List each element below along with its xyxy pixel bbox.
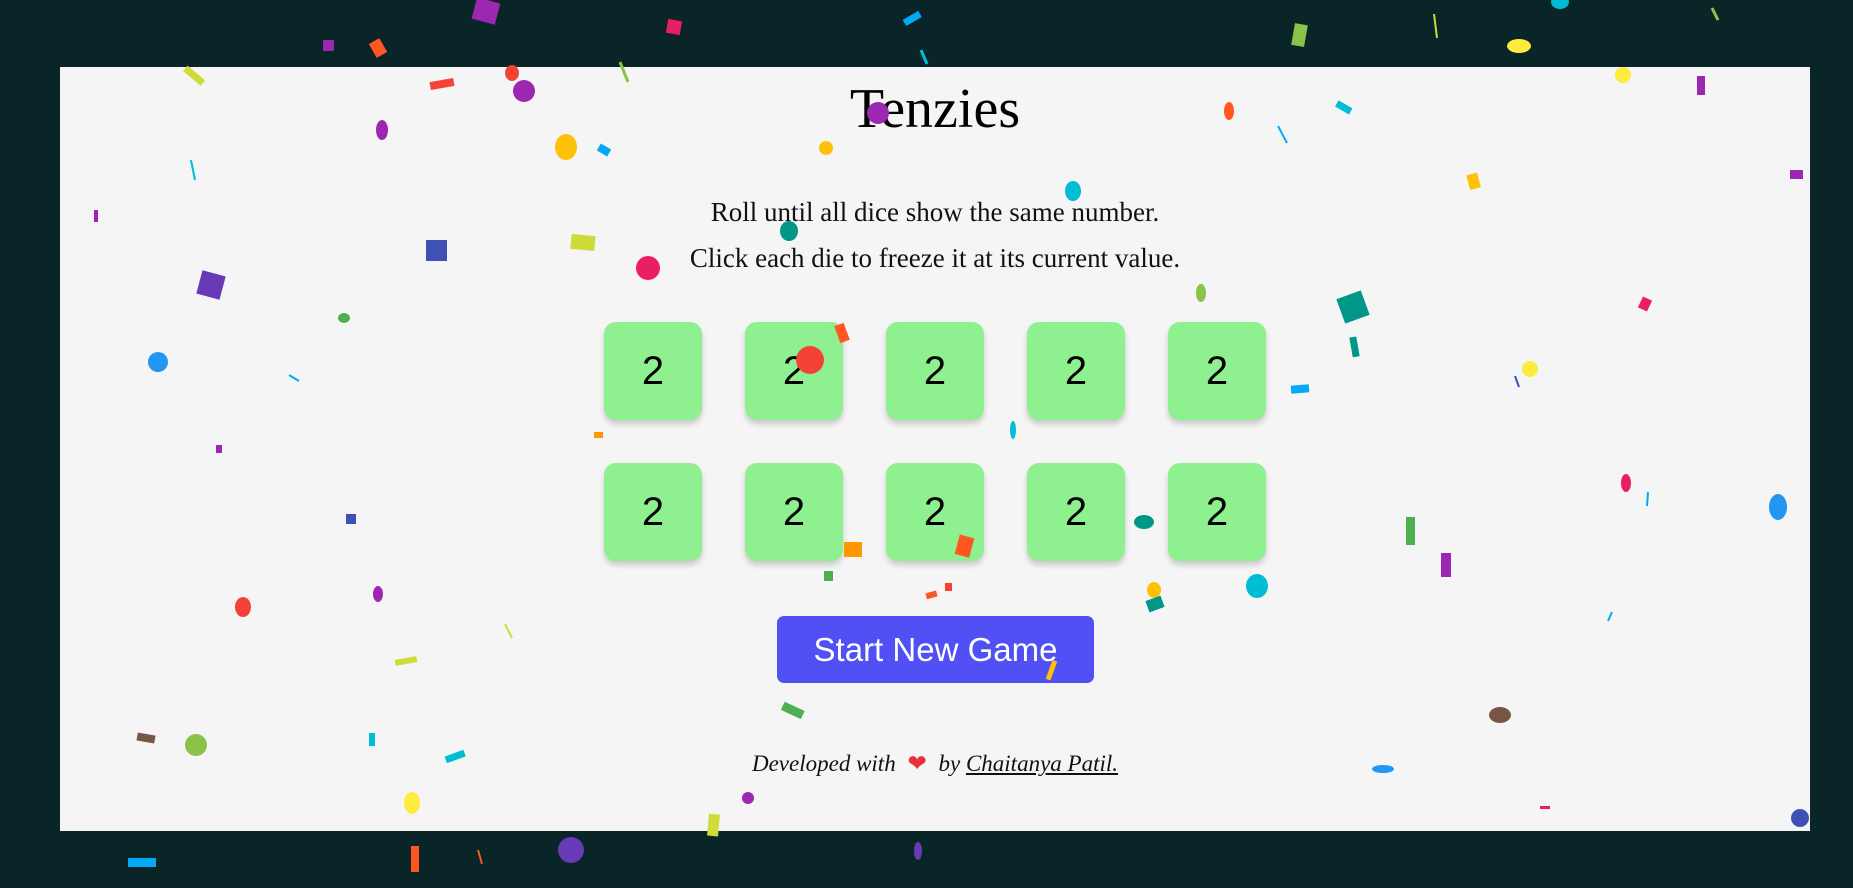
die-7[interactable]: 2	[745, 463, 843, 561]
confetti-piece	[128, 858, 156, 867]
die-9[interactable]: 2	[1027, 463, 1125, 561]
instructions: Roll until all dice show the same number…	[60, 189, 1810, 281]
dice-grid: 2 2 2 2 2 2 2 2 2 2	[604, 322, 1266, 561]
footer-by: by	[938, 751, 961, 776]
die-10[interactable]: 2	[1168, 463, 1266, 561]
confetti-piece	[558, 837, 584, 863]
confetti-piece	[323, 40, 334, 51]
footer-prefix: Developed with	[751, 751, 896, 776]
confetti-piece	[914, 842, 922, 860]
confetti-piece	[902, 10, 922, 26]
footer: Developed with ❤ by Chaitanya Patil.	[60, 751, 1810, 777]
confetti-piece	[471, 0, 501, 25]
die-5[interactable]: 2	[1168, 322, 1266, 420]
author-link[interactable]: Chaitanya Patil.	[966, 751, 1118, 776]
confetti-piece	[477, 849, 483, 865]
die-4[interactable]: 2	[1027, 322, 1125, 420]
die-6[interactable]: 2	[604, 463, 702, 561]
heart-icon: ❤	[907, 751, 927, 776]
confetti-piece	[368, 38, 388, 58]
instruction-line-1: Roll until all dice show the same number…	[710, 197, 1160, 227]
die-3[interactable]: 2	[886, 322, 984, 420]
page-title: Tenzies	[849, 78, 1021, 140]
die-1[interactable]: 2	[604, 322, 702, 420]
confetti-piece	[665, 18, 683, 36]
confetti-piece	[1551, 0, 1569, 9]
confetti-piece	[411, 846, 419, 872]
confetti-piece	[1291, 23, 1308, 48]
instruction-line-2: Click each die to freeze it at its curre…	[689, 243, 1181, 273]
game-board: Tenzies Roll until all dice show the sam…	[60, 67, 1810, 831]
confetti-piece	[919, 49, 929, 65]
confetti-piece	[1433, 13, 1438, 39]
confetti-piece	[1507, 39, 1531, 53]
die-8[interactable]: 2	[886, 463, 984, 561]
die-2[interactable]: 2	[745, 322, 843, 420]
confetti-piece	[1710, 7, 1720, 21]
start-new-game-button[interactable]: Start New Game	[777, 616, 1094, 683]
